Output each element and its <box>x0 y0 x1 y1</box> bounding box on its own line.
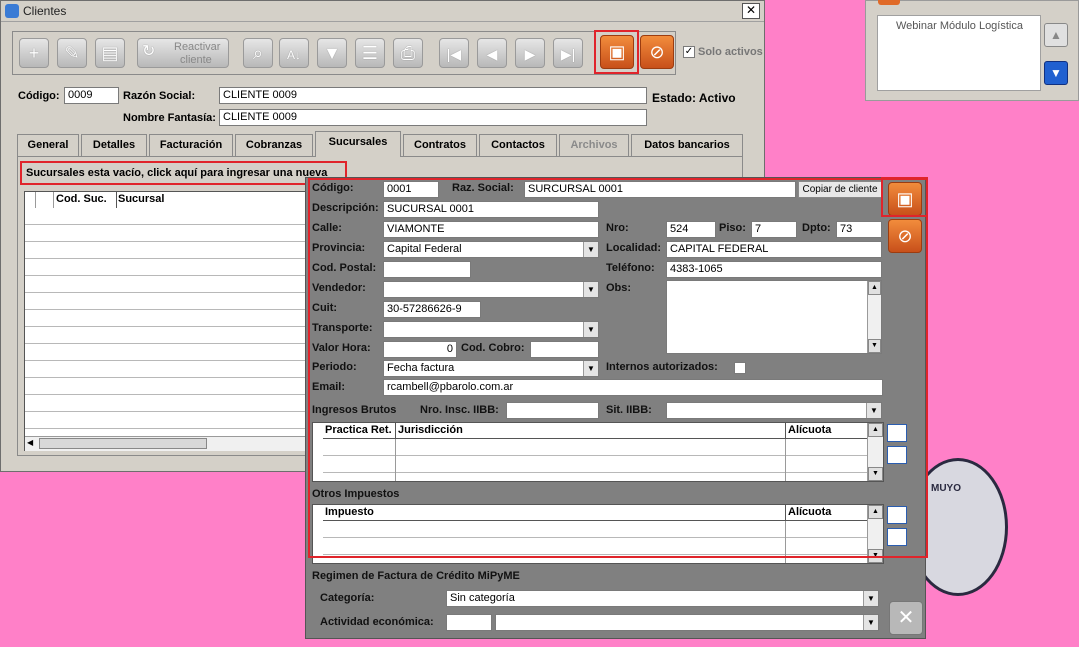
codigo-label: Código: <box>18 90 60 102</box>
razon-social-label: Razón Social: <box>123 90 196 102</box>
tab-archivos: Archivos <box>559 134 629 156</box>
sucursal-form-panel: Código: 0001 Raz. Social: SURCURSAL 0001… <box>305 177 928 639</box>
grid-rows <box>25 208 305 436</box>
next-record-button[interactable]: ▶ <box>515 38 545 68</box>
search-button[interactable]: ⌕ <box>243 38 273 68</box>
form-highlight <box>308 178 928 558</box>
chevron-down-icon[interactable]: ▼ <box>863 615 878 630</box>
next-icon: ▶ <box>524 46 536 62</box>
reactivar-cliente-button[interactable]: ↻ Reactivar cliente <box>137 38 229 68</box>
close-icon: ✕ <box>897 607 915 629</box>
webinar-item[interactable]: Webinar Módulo Logística <box>896 20 1023 32</box>
nombre-fantasia-field[interactable]: CLIENTE 0009 <box>219 109 647 126</box>
add-button[interactable]: + <box>19 38 49 68</box>
move-down-button[interactable]: ▼ <box>1044 61 1068 85</box>
grid-header-cod-suc[interactable]: Cod. Suc. <box>54 192 117 209</box>
grid-hscrollbar[interactable]: ◀ <box>25 436 305 451</box>
tab-contactos[interactable]: Contactos <box>479 134 557 156</box>
estado-text: Estado: Activo <box>652 91 736 105</box>
disabled-close-button: ✕ <box>889 601 923 635</box>
categoria-value: Sin categoría <box>450 592 515 604</box>
sucursales-grid[interactable]: Cod. Suc. Sucursal ◀ <box>24 191 307 451</box>
codigo-field[interactable]: 0009 <box>64 87 119 104</box>
print-button[interactable]: ⎙ <box>393 38 423 68</box>
tab-sucursales[interactable]: Sucursales <box>315 131 401 157</box>
sort-button[interactable]: A↓ <box>279 38 309 68</box>
scroll-left-icon[interactable]: ◀ <box>27 438 33 447</box>
plus-icon: + <box>28 43 40 63</box>
first-record-button[interactable]: |◀ <box>439 38 469 68</box>
pencil-icon: ✎ <box>64 43 80 63</box>
webinar-list[interactable]: Webinar Módulo Logística <box>877 15 1041 91</box>
first-icon: |◀ <box>446 46 462 62</box>
window-title: Clientes <box>23 4 67 18</box>
arrow-up-icon: ▲ <box>1050 28 1062 42</box>
save-button-highlight <box>594 30 639 74</box>
edit-button[interactable]: ✎ <box>57 38 87 68</box>
chevron-down-icon[interactable]: ▼ <box>863 591 878 606</box>
tab-facturacion[interactable]: Facturación <box>149 134 233 156</box>
last-icon: ▶| <box>560 46 576 62</box>
tab-contratos[interactable]: Contratos <box>403 134 477 156</box>
sort-az-icon: A↓ <box>286 48 301 62</box>
report-icon: ☰ <box>361 43 379 63</box>
actividad-code-field[interactable] <box>446 614 492 631</box>
suc-save-highlight <box>881 177 928 217</box>
close-window-button[interactable]: ✕ <box>742 3 760 19</box>
tab-detalles[interactable]: Detalles <box>81 134 147 156</box>
arrow-down-icon: ▼ <box>1050 66 1062 80</box>
mipyme-label: Regimen de Factura de Crédito MiPyME <box>312 570 520 582</box>
tab-general[interactable]: General <box>17 134 79 156</box>
side-panel-orange-icon[interactable] <box>878 0 900 5</box>
tab-cobranzas[interactable]: Cobranzas <box>235 134 313 156</box>
filter-button[interactable]: ▼ <box>317 38 347 68</box>
cancel-icon: ⊘ <box>649 42 665 62</box>
side-panel: Webinar Módulo Logística ▲ ▼ <box>865 0 1079 101</box>
document-delete-icon: ▤ <box>101 43 119 63</box>
prev-icon: ◀ <box>486 46 498 62</box>
hscroll-thumb[interactable] <box>39 438 207 449</box>
tab-datos-bancarios[interactable]: Datos bancarios <box>631 134 743 156</box>
printer-icon: ⎙ <box>400 43 416 63</box>
reactivar-label-1: Reactivar <box>174 41 221 53</box>
move-up-button[interactable]: ▲ <box>1044 23 1068 47</box>
prev-record-button[interactable]: ◀ <box>477 38 507 68</box>
delete-button[interactable]: ▤ <box>95 38 125 68</box>
nombre-fantasia-label: Nombre Fantasía: <box>123 112 216 124</box>
last-record-button[interactable]: ▶| <box>553 38 583 68</box>
cancel-icon: ⊘ <box>897 226 913 246</box>
report-button[interactable]: ☰ <box>355 38 385 68</box>
title-bar: Clientes ✕ <box>1 1 764 22</box>
categoria-dropdown[interactable]: Sin categoría ▼ <box>446 590 879 607</box>
refresh-icon: ↻ <box>142 43 156 60</box>
grid-header-sucursal[interactable]: Sucursal <box>116 192 307 209</box>
razon-social-field[interactable]: CLIENTE 0009 <box>219 87 647 104</box>
logo-text: MUYO <box>931 483 961 494</box>
filter-icon: ▼ <box>323 43 341 63</box>
app-icon <box>5 4 19 18</box>
solo-activos-checkbox[interactable]: ✓ <box>683 46 695 58</box>
search-icon: ⌕ <box>252 43 264 63</box>
solo-activos-label: Solo activos <box>698 46 763 58</box>
empty-message-highlight <box>20 161 347 185</box>
actividad-label: Actividad económica: <box>320 616 434 628</box>
categoria-label: Categoría: <box>320 592 375 604</box>
reactivar-label-2: cliente <box>180 54 212 66</box>
suc-cancel-button[interactable]: ⊘ <box>888 219 922 253</box>
cancel-button[interactable]: ⊘ <box>640 35 674 69</box>
toolbar: + ✎ ▤ ↻ Reactivar cliente ⌕ A↓ ▼ ☰ ⎙ |◀ … <box>12 31 676 75</box>
actividad-dropdown[interactable]: ▼ <box>495 614 879 631</box>
